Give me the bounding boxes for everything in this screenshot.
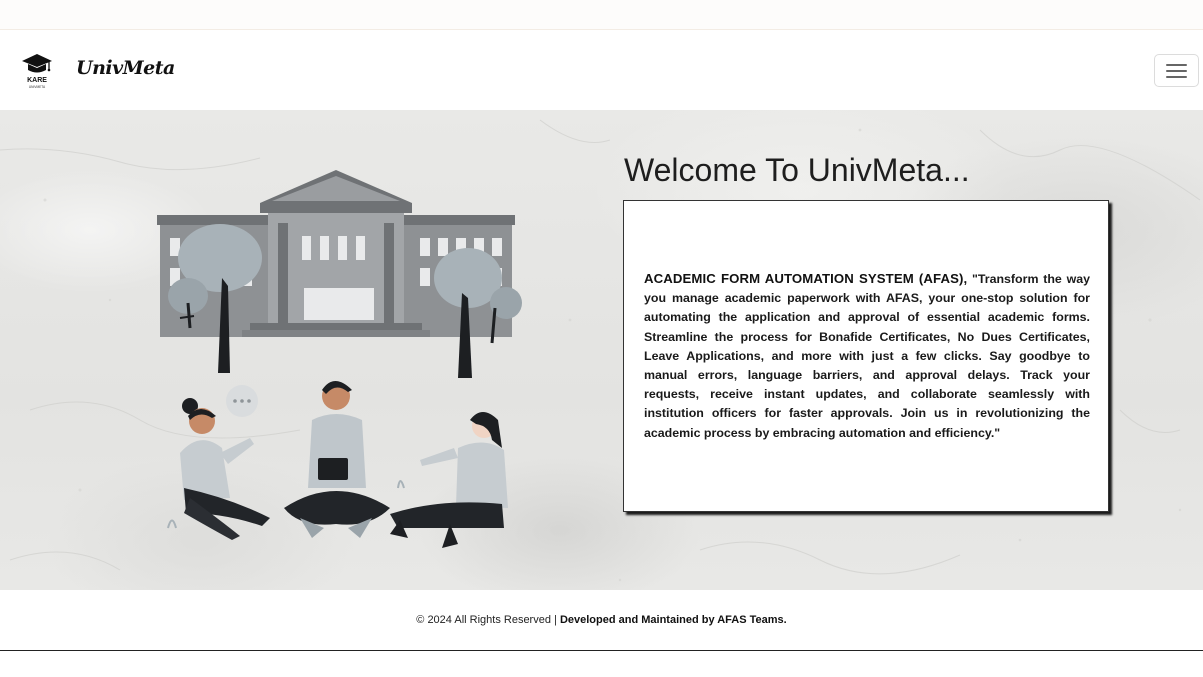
menu-toggle-button[interactable] xyxy=(1154,54,1199,87)
navbar: KARE UNIVMETA UnivMeta xyxy=(0,31,1203,110)
footer: © 2024 All Rights Reserved | Developed a… xyxy=(0,590,1203,651)
student-group-icon xyxy=(167,381,508,548)
welcome-heading: Welcome To UnivMeta... xyxy=(624,152,970,188)
credits-text: Developed and Maintained by AFAS Teams. xyxy=(559,614,787,626)
description-body: "Transform the way you manage academic p… xyxy=(644,272,1090,440)
system-title: ACADEMIC FORM AUTOMATION SYSTEM (AFAS), xyxy=(644,271,968,286)
hero-section: Welcome To UnivMeta... ACADEMIC FORM AUT… xyxy=(0,110,1203,590)
top-strip xyxy=(0,0,1203,30)
campus-illustration xyxy=(157,170,522,548)
kare-logo[interactable]: KARE UNIVMETA xyxy=(20,51,54,91)
copyright-text: © 2024 All Rights Reserved | xyxy=(416,614,557,626)
hamburger-icon xyxy=(1166,64,1187,66)
speech-bubble-icon xyxy=(226,385,258,417)
footer-text: © 2024 All Rights Reserved | Developed a… xyxy=(0,614,1203,626)
brand-name[interactable]: UnivMeta xyxy=(76,57,175,79)
logo-text: KARE xyxy=(27,77,47,84)
logo-subtext: UNIVMETA xyxy=(29,85,46,89)
description-card: ACADEMIC FORM AUTOMATION SYSTEM (AFAS), … xyxy=(623,200,1109,512)
description-text: ACADEMIC FORM AUTOMATION SYSTEM (AFAS), … xyxy=(644,269,1090,443)
graduation-cap-icon: KARE UNIVMETA xyxy=(22,54,52,89)
